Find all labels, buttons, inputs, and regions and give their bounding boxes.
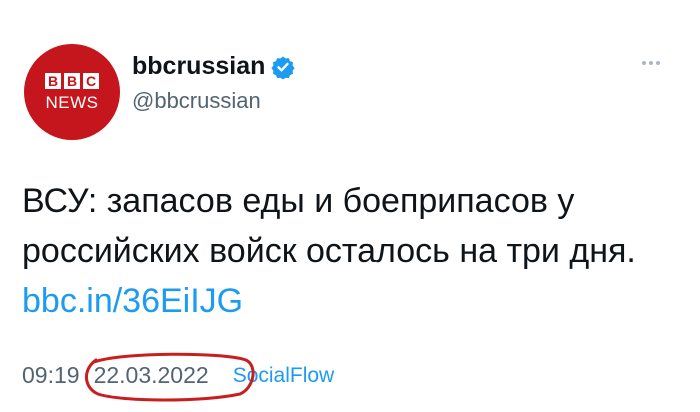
tweet-card: B B C NEWS bbcrussian @bbcrussian ВСУ: з… [0, 0, 700, 412]
avatar[interactable]: B B C NEWS [24, 44, 120, 140]
author-display-name[interactable]: bbcrussian [132, 52, 265, 81]
tweet-link[interactable]: bbc.in/36EiIJG [22, 282, 243, 320]
author-name-row: bbcrussian [132, 52, 295, 81]
author-handle[interactable]: @bbcrussian [132, 88, 261, 114]
verified-badge-icon [271, 55, 295, 80]
bbc-logo-letter: C [83, 73, 99, 89]
tweet-date-wrapper: 22.03.2022 [84, 352, 255, 402]
more-options-icon[interactable] [642, 56, 666, 70]
tweet-date: 22.03.2022 [93, 362, 209, 388]
bbc-logo-letter: B [64, 73, 80, 89]
bbc-logo-caption: NEWS [45, 93, 99, 112]
bbc-logo-letter: B [45, 73, 61, 89]
tweet-text: ВСУ: запасов еды и боеприпасов у российс… [22, 176, 682, 326]
bbc-logo: B B C [45, 73, 99, 89]
tweet-body: ВСУ: запасов еды и боеприпасов у российс… [22, 182, 636, 270]
tweet-source[interactable]: SocialFlow [233, 364, 335, 388]
tweet-meta: 09:19 22.03.2022 SocialFlow [22, 352, 335, 402]
tweet-time[interactable]: 09:19 [22, 362, 80, 389]
